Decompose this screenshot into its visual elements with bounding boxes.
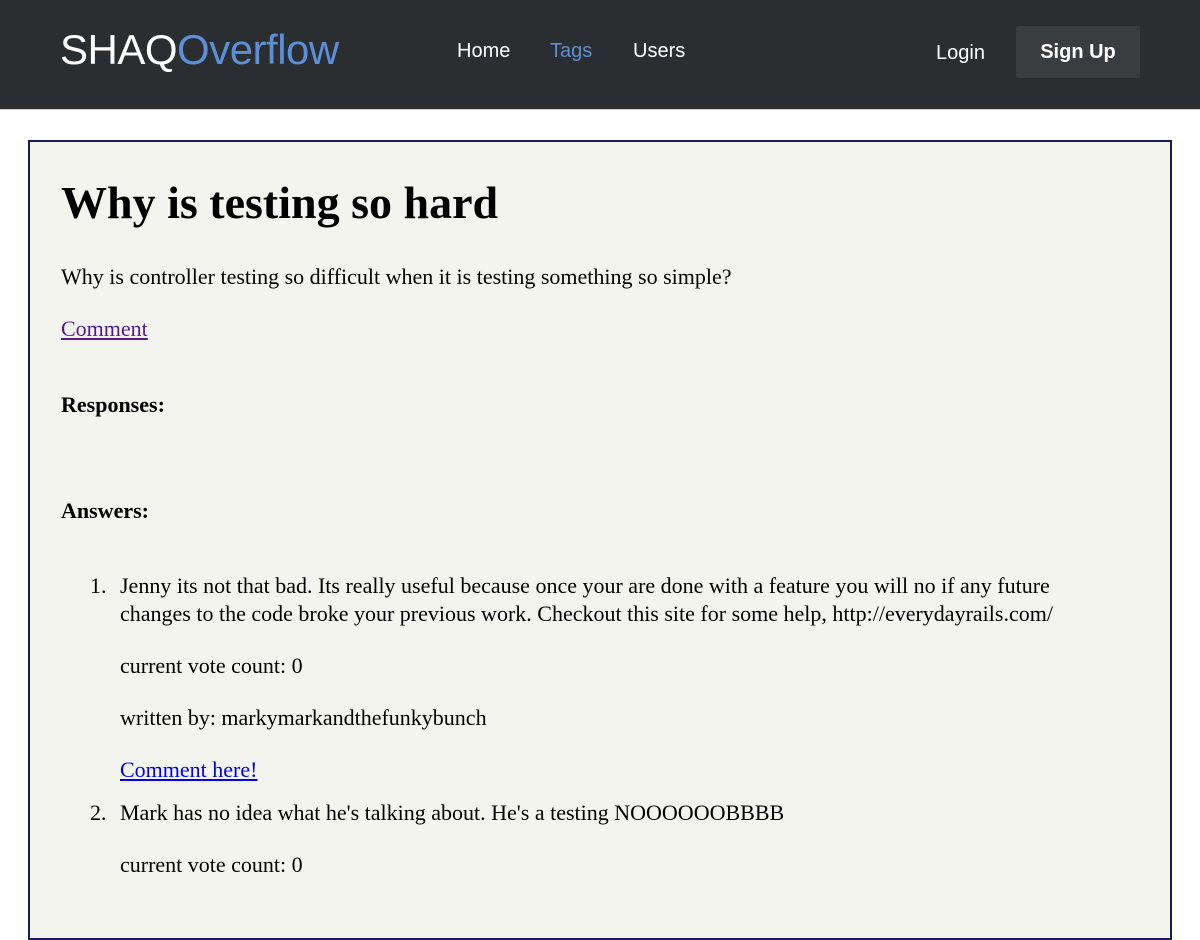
question-panel: Why is testing so hard Why is controller… (28, 140, 1172, 940)
answer-author: written by: markymarkandthefunkybunch (120, 705, 487, 730)
answer-text-line: changes to the code broke your previous … (120, 601, 1053, 626)
nav-link-home[interactable]: Home (457, 38, 510, 64)
answer-number: 2. (90, 800, 107, 825)
nav-link-tags[interactable]: Tags (550, 38, 592, 64)
question-body: Why is controller testing so difficult w… (61, 264, 732, 289)
question-title: Why is testing so hard (61, 177, 499, 228)
nav-link-users[interactable]: Users (633, 38, 685, 64)
sign-up-button[interactable]: Sign Up (1016, 26, 1140, 78)
responses-heading: Responses: (61, 392, 165, 417)
answer-vote-count: current vote count: 0 (120, 653, 303, 678)
login-link[interactable]: Login (936, 40, 985, 66)
answer-text-line: Jenny its not that bad. Its really usefu… (120, 573, 1050, 598)
answer-number: 1. (90, 573, 107, 598)
answer-vote-count: current vote count: 0 (120, 852, 303, 877)
answer-comment-link[interactable]: Comment here! (120, 756, 257, 784)
brand-logo-part1: SHAQ (60, 26, 178, 73)
answer-text-line: Mark has no idea what he's talking about… (120, 800, 785, 825)
answers-heading: Answers: (61, 498, 149, 523)
brand-logo-part2: Overflow (177, 26, 339, 73)
question-comment-link[interactable]: Comment (61, 316, 148, 342)
brand-logo[interactable]: SHAQOverflow (60, 26, 339, 74)
top-navbar: SHAQOverflow Home Tags Users Login Sign … (0, 0, 1200, 110)
